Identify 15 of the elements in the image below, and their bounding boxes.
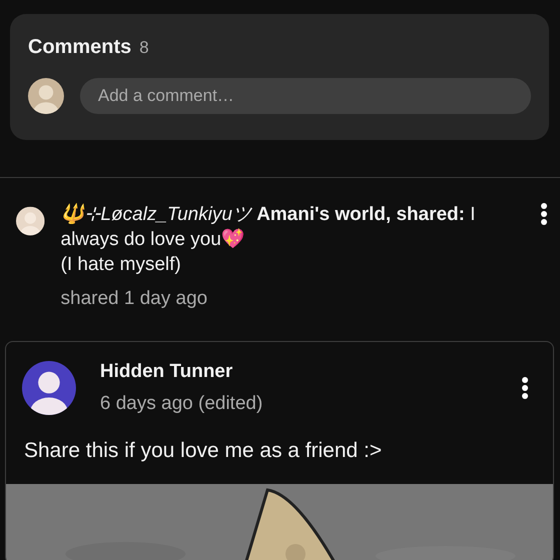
timestamp: shared 1 day ago <box>60 287 208 311</box>
post-text: Share this if you love me as a friend :> <box>23 438 383 464</box>
more-icon <box>540 202 548 226</box>
share-text: 🔱⊹Løcalz_Tunkiyuツ Amani's world, shared: I always do love you💖 <box>60 202 476 252</box>
avatar <box>22 361 76 415</box>
author-name: Hidden Tunner <box>100 360 234 384</box>
comment-count: 8 <box>139 37 149 59</box>
comment-field[interactable]: Add a comment… <box>80 78 531 114</box>
more-button[interactable] <box>540 202 548 226</box>
share-text: (I hate myself) <box>60 253 182 277</box>
comments-title: Comments <box>28 35 132 60</box>
avatar <box>28 78 64 114</box>
more-icon <box>521 376 529 400</box>
timestamp: 6 days ago (edited) <box>100 392 263 416</box>
more-button[interactable] <box>521 376 529 400</box>
